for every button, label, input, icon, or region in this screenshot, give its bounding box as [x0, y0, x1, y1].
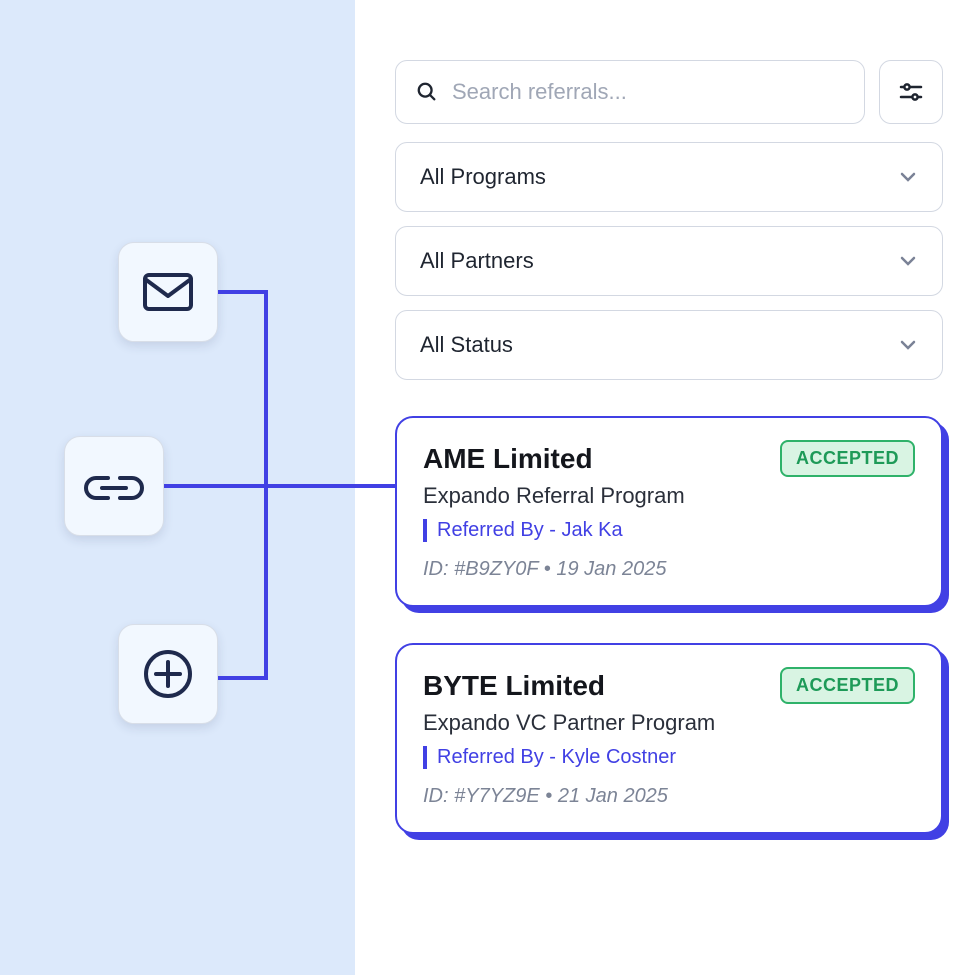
sliders-icon: [898, 79, 924, 105]
connector-line: [218, 676, 266, 680]
dropdown-label: All Programs: [420, 164, 546, 190]
connector-line: [218, 290, 266, 294]
plus-tile[interactable]: [118, 624, 218, 724]
card-referred-by: Referred By - Jak Ka: [423, 519, 915, 542]
dropdown-label: All Status: [420, 332, 513, 358]
partners-dropdown[interactable]: All Partners: [395, 226, 943, 296]
search-input-wrapper[interactable]: [395, 60, 865, 124]
link-icon: [82, 470, 146, 502]
card-title: AME Limited: [423, 443, 593, 475]
card-title: BYTE Limited: [423, 670, 605, 702]
filter-button[interactable]: [879, 60, 943, 124]
dropdown-label: All Partners: [420, 248, 534, 274]
card-meta: ID: #Y7YZ9E • 21 Jan 2025: [423, 785, 915, 808]
chevron-down-icon: [898, 251, 918, 271]
mail-tile[interactable]: [118, 242, 218, 342]
referral-card[interactable]: AME Limited ACCEPTED Expando Referral Pr…: [395, 416, 943, 607]
card-program: Expando VC Partner Program: [423, 710, 915, 736]
link-tile[interactable]: [64, 436, 164, 536]
search-input[interactable]: [452, 79, 844, 105]
status-badge: ACCEPTED: [780, 440, 915, 477]
mail-icon: [142, 272, 194, 312]
programs-dropdown[interactable]: All Programs: [395, 142, 943, 212]
status-dropdown[interactable]: All Status: [395, 310, 943, 380]
content-pane: All Programs All Partners All Status AME…: [355, 0, 975, 975]
diagram-pane: [0, 0, 355, 975]
chevron-down-icon: [898, 167, 918, 187]
status-badge: ACCEPTED: [780, 667, 915, 704]
card-referred-by: Referred By - Kyle Costner: [423, 746, 915, 769]
plus-circle-icon: [141, 647, 195, 701]
connector-line: [164, 484, 266, 488]
referral-card[interactable]: BYTE Limited ACCEPTED Expando VC Partner…: [395, 643, 943, 834]
chevron-down-icon: [898, 335, 918, 355]
search-icon: [416, 81, 438, 103]
card-program: Expando Referral Program: [423, 483, 915, 509]
card-meta: ID: #B9ZY0F • 19 Jan 2025: [423, 558, 915, 581]
